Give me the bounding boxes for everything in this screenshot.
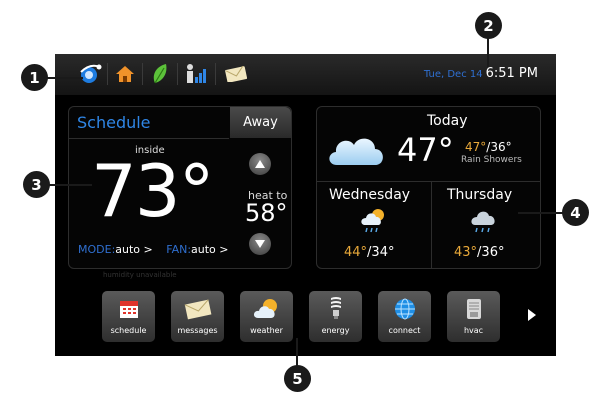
cloud-icon <box>329 138 383 165</box>
fan-value-link[interactable]: auto > <box>191 243 228 256</box>
callout-2: 2 <box>475 12 502 39</box>
dock-connect-button[interactable]: connect <box>378 291 431 342</box>
calendar-icon <box>102 295 155 323</box>
time-text: 6:51 PM <box>485 66 538 81</box>
fan-label: FAN: <box>166 243 192 256</box>
callout-4: 4 <box>562 199 589 226</box>
thermostat-screen: Tue, Dec 14 6:51 PM Schedule Away inside … <box>55 54 556 356</box>
weather-panel[interactable]: Today 47° 47°/36° Rain Showers Wednesday… <box>316 106 541 269</box>
dock-hvac-button[interactable]: hvac <box>447 291 500 342</box>
today-label: Today <box>427 113 468 129</box>
schedule-header[interactable]: Schedule <box>69 107 229 139</box>
envelope-icon <box>171 295 224 323</box>
callout-line <box>43 77 83 79</box>
forecast-day-wednesday: Wednesday <box>329 187 411 203</box>
sun-rain-icon <box>361 209 384 233</box>
callout-line <box>296 338 298 368</box>
callout-5: 5 <box>284 365 311 392</box>
temp-up-button[interactable] <box>249 153 271 175</box>
signal-bars-icon[interactable] <box>183 62 209 86</box>
indoor-temperature: 73° <box>91 149 215 233</box>
arrow-down-icon <box>255 240 265 248</box>
mode-value-link[interactable]: auto > <box>115 243 152 256</box>
dock-label: weather <box>250 326 283 335</box>
dock-energy-button[interactable]: energy <box>309 291 362 342</box>
away-button[interactable]: Away <box>230 107 291 138</box>
callout-line <box>487 37 489 67</box>
hvac-unit-icon <box>447 295 500 323</box>
date-text: Tue, Dec 14 <box>423 69 483 80</box>
dock-messages-button[interactable]: messages <box>171 291 224 342</box>
dock-label: schedule <box>110 326 147 335</box>
home-icon[interactable] <box>112 62 138 86</box>
heat-setpoint: 58° <box>245 199 288 227</box>
light-bulb-icon <box>309 295 362 323</box>
top-status-bar: Tue, Dec 14 6:51 PM <box>55 54 556 95</box>
callout-line <box>46 184 92 186</box>
globe-icon <box>378 295 431 323</box>
rain-cloud-icon <box>471 211 495 233</box>
humidity-text: humidity unavailable <box>103 271 177 279</box>
today-temperature: 47° <box>397 131 454 169</box>
thursday-high-low: 43°/36° <box>454 245 505 260</box>
envelope-icon[interactable] <box>223 62 249 86</box>
leaf-icon[interactable] <box>147 62 173 86</box>
today-high-low: 47°/36° <box>465 140 512 154</box>
dock-label: messages <box>177 326 218 335</box>
today-condition: Rain Showers <box>461 155 522 165</box>
dock-label: connect <box>388 326 421 335</box>
callout-3: 3 <box>23 171 50 198</box>
next-page-arrow-icon[interactable] <box>526 307 538 323</box>
dock-label: hvac <box>463 326 484 335</box>
sun-cloud-icon <box>240 295 293 323</box>
callout-1: 1 <box>21 64 48 91</box>
temp-down-button[interactable] <box>249 233 271 255</box>
arrow-up-icon <box>255 160 265 168</box>
dock-label: energy <box>321 326 350 335</box>
dock-weather-button[interactable]: weather <box>240 291 293 342</box>
swirl-logo-icon[interactable] <box>77 62 103 86</box>
mode-fan-row: MODE:auto > FAN:auto > <box>78 243 229 256</box>
mode-label: MODE: <box>78 243 116 256</box>
schedule-title: Schedule <box>77 113 151 132</box>
forecast-day-thursday: Thursday <box>447 187 513 203</box>
wednesday-high-low: 44°/34° <box>344 245 395 260</box>
date-time: Tue, Dec 14 6:51 PM <box>424 66 538 81</box>
thermostat-panel: Schedule Away inside 73° humidity unavai… <box>68 106 292 279</box>
dock-schedule-button[interactable]: schedule <box>102 291 155 342</box>
